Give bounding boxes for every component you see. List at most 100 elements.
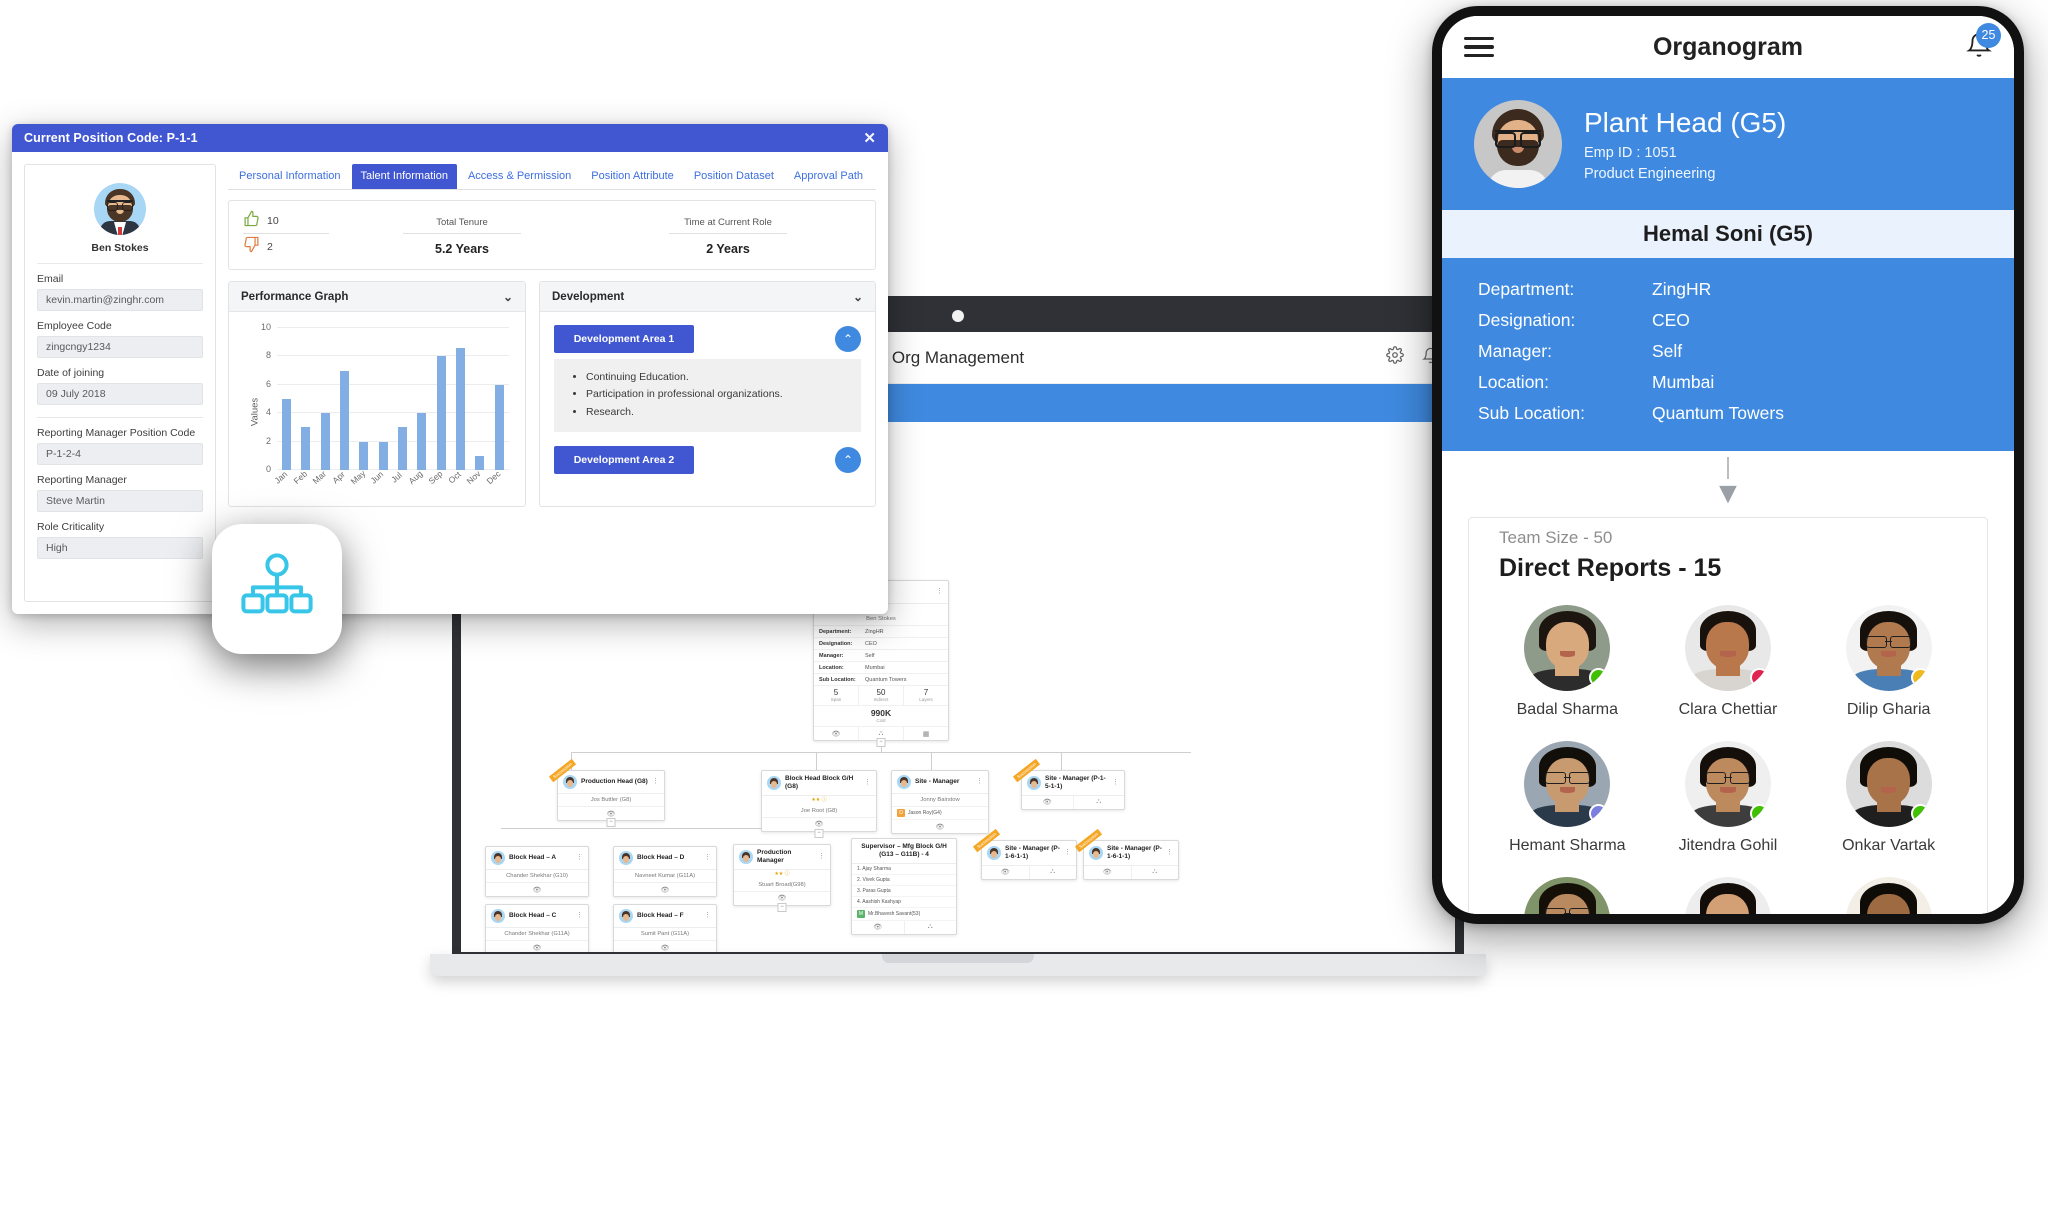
bar[interactable] xyxy=(417,413,427,470)
org-node[interactable]: Block Head – A ⋮ Chander Shekhar (G10) 👁 xyxy=(485,846,589,897)
hierarchy-icon[interactable]: ⛬ xyxy=(905,921,957,934)
direct-reports-grid: Badal Sharma Clara Chettiar Dilip Gharia He… xyxy=(1487,605,1969,914)
hierarchy-icon[interactable]: ⛬ xyxy=(1132,866,1179,879)
bar[interactable] xyxy=(494,384,504,470)
eye-icon[interactable]: 👁 xyxy=(892,820,988,833)
bar[interactable] xyxy=(320,413,330,470)
tab-talent-information[interactable]: Talent Information xyxy=(351,164,457,189)
eye-icon[interactable]: 👁 xyxy=(1084,865,1132,879)
bar-column xyxy=(412,328,431,470)
close-icon[interactable]: ✕ xyxy=(863,131,876,146)
hamburger-menu-icon[interactable] xyxy=(1464,32,1494,62)
more-options-icon[interactable]: ⋮ xyxy=(864,779,871,786)
direct-report-item[interactable]: Priyanka Padhi xyxy=(1653,877,1803,914)
collapse-toggle[interactable]: − xyxy=(606,818,616,827)
org-node[interactable]: Succession Site - Manager (P-1-6-1-1) ⋮ … xyxy=(972,828,1077,880)
avatar xyxy=(491,909,505,923)
eye-icon[interactable]: 👁 xyxy=(614,883,716,896)
tab-position-dataset[interactable]: Position Dataset xyxy=(685,164,783,189)
chart-area: Values 0 2 4 6 8 10 Jan Feb Mar Apr May Jun Jul Aug S… xyxy=(235,322,515,502)
org-node[interactable]: Succession Production Head (G8) ⋮ Jos Bu… xyxy=(548,758,665,827)
tab-position-attribute[interactable]: Position Attribute xyxy=(582,164,683,189)
bar[interactable] xyxy=(398,427,408,470)
org-node[interactable]: Succession Site - Manager (P-1-5-1-1) ⋮ … xyxy=(1012,758,1125,810)
more-options-icon[interactable]: ⋮ xyxy=(1064,849,1071,856)
direct-report-item[interactable]: Onkar Vartak xyxy=(1814,741,1964,855)
more-options-icon[interactable]: ⋮ xyxy=(936,588,943,595)
reporting-manager-position-code-field[interactable]: P-1-2-4 xyxy=(37,443,203,465)
direct-report-item[interactable]: Jitendra Gohil xyxy=(1653,741,1803,855)
more-options-icon[interactable]: ⋮ xyxy=(652,778,659,785)
chevron-up-icon[interactable]: ⌃ xyxy=(835,326,861,352)
chevron-down-icon[interactable]: ⌄ xyxy=(503,290,513,304)
notifications-button[interactable]: 25 xyxy=(1966,22,2001,63)
direct-report-item[interactable]: Badal Sharma xyxy=(1492,605,1642,719)
org-node[interactable]: Block Head – C ⋮ Chander Shekhar (G11A) … xyxy=(485,904,589,952)
org-node[interactable]: Block Head – F ⋮ Sumit Pant (G11A) 👁 xyxy=(613,904,717,952)
more-options-icon[interactable]: ⋮ xyxy=(704,912,711,919)
employee-code-field[interactable]: zingcngy1234 xyxy=(37,336,203,358)
org-node[interactable]: Supervisor – Mfg Block G/H (G13 – G11B) … xyxy=(851,838,957,935)
org-node[interactable]: Succession Site - Manager (P-1-6-1-1) ⋮ … xyxy=(1074,828,1179,880)
more-options-icon[interactable]: ⋮ xyxy=(576,854,583,861)
date-of-joining-field[interactable]: 09 July 2018 xyxy=(37,383,203,405)
more-options-icon[interactable]: ⋮ xyxy=(1112,779,1119,786)
chevron-down-icon[interactable]: ⌄ xyxy=(853,290,863,304)
email-field[interactable]: kevin.martin@zinghr.com xyxy=(37,289,203,311)
bar[interactable] xyxy=(436,356,446,470)
bar[interactable] xyxy=(378,441,388,470)
eye-icon[interactable]: 👁 xyxy=(982,865,1030,879)
bar[interactable] xyxy=(359,441,369,470)
tab-personal-information[interactable]: Personal Information xyxy=(230,164,350,189)
hierarchy-icon[interactable]: ⛬ xyxy=(1030,866,1077,879)
row-key: Location: xyxy=(819,664,844,671)
eye-icon[interactable]: 👁 xyxy=(1022,795,1074,809)
more-options-icon[interactable]: ⋮ xyxy=(704,854,711,861)
direct-report-item[interactable]: Hemant Sharma xyxy=(1492,741,1642,855)
more-options-icon[interactable]: ⋮ xyxy=(976,778,983,785)
org-node[interactable]: Site - Manager ⋮ Jonny Bairstow D Jason … xyxy=(891,770,989,834)
org-node-title: Production Head (G8) xyxy=(581,778,648,786)
direct-report-item[interactable]: Prasanth Nath xyxy=(1492,877,1642,914)
hierarchy-icon[interactable]: ⛬ xyxy=(1074,796,1125,809)
collapse-toggle[interactable]: − xyxy=(814,828,824,838)
org-node[interactable]: Block Head Block G/H (G8) ⋮ ★★ ⓘ Joe Roo… xyxy=(761,770,877,838)
direct-report-item[interactable]: Raghu Kaimal xyxy=(1814,877,1964,914)
development-area-2-button[interactable]: Development Area 2 xyxy=(554,445,694,474)
gear-icon[interactable] xyxy=(1386,346,1404,369)
development-panel-header[interactable]: Development ⌄ xyxy=(540,282,875,312)
eye-icon[interactable]: 👁 xyxy=(486,883,588,896)
collapse-toggle[interactable]: − xyxy=(876,738,886,747)
direct-report-item[interactable]: Clara Chettiar xyxy=(1653,605,1803,719)
bar[interactable] xyxy=(301,427,311,470)
reporting-manager-field[interactable]: Steve Martin xyxy=(37,490,203,512)
bar[interactable] xyxy=(475,455,485,470)
panel-title: Performance Graph xyxy=(241,290,349,303)
field-reporting-manager: Reporting Manager Steve Martin xyxy=(37,474,203,512)
eye-icon[interactable]: 👁 xyxy=(614,941,716,952)
direct-report-item[interactable]: Dilip Gharia xyxy=(1814,605,1964,719)
org-node-list-row: 1. Ajay Sharma xyxy=(852,864,956,875)
performance-panel-header[interactable]: Performance Graph ⌄ xyxy=(229,282,525,312)
org-node[interactable]: Production Manager ⋮ ★★ ⓘ Stuart Broad(G… xyxy=(733,844,831,912)
org-node[interactable]: Block Head – D ⋮ Navneet Kumar (G11A) 👁 xyxy=(613,846,717,897)
bar[interactable] xyxy=(456,347,466,470)
eye-icon[interactable]: 👁 xyxy=(814,727,859,740)
chevron-up-icon[interactable]: ⌃ xyxy=(835,446,861,473)
eye-icon[interactable]: 👁 xyxy=(486,941,588,952)
bar[interactable] xyxy=(340,370,350,470)
more-options-icon[interactable]: ⋮ xyxy=(1166,849,1173,856)
bar[interactable] xyxy=(282,399,292,470)
eye-icon[interactable]: 👁 xyxy=(852,920,905,934)
more-options-icon[interactable]: ⋮ xyxy=(576,912,583,919)
role-criticality-field[interactable]: High xyxy=(37,537,203,559)
development-area-1-button[interactable]: Development Area 1 xyxy=(554,325,694,353)
more-options-icon[interactable]: ⋮ xyxy=(818,853,825,860)
list-row-text: 3. Paras Gupta xyxy=(857,887,891,894)
x-axis-tick: Nov xyxy=(464,468,483,487)
collapse-toggle[interactable]: − xyxy=(777,902,787,912)
grid-icon[interactable]: ▦ xyxy=(904,727,948,740)
notification-badge: 25 xyxy=(1976,22,2001,48)
tab-approval-path[interactable]: Approval Path xyxy=(785,164,872,189)
tab-access-permission[interactable]: Access & Permission xyxy=(459,164,580,189)
